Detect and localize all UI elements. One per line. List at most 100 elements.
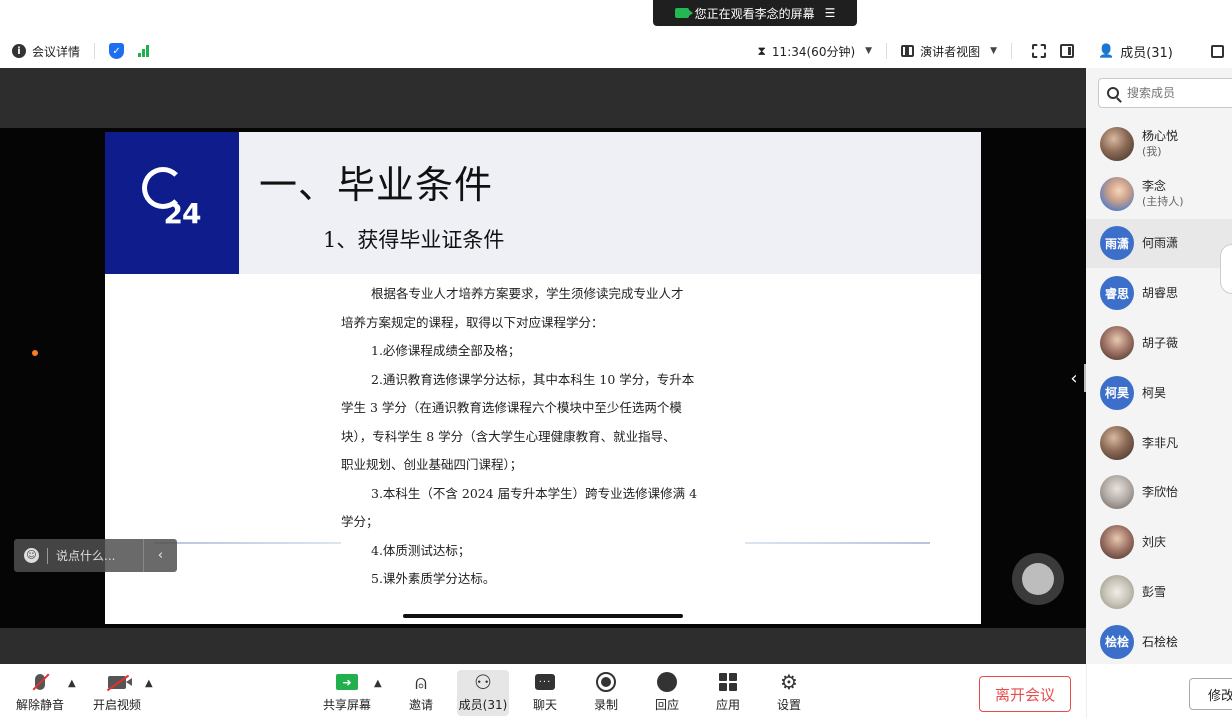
meeting-details-link[interactable]: 会议详情 xyxy=(32,43,80,60)
chevron-left-icon[interactable]: ‹ xyxy=(143,539,177,572)
share-screen-label: 共享屏幕 xyxy=(322,698,371,712)
start-video-label: 开启视频 xyxy=(92,698,141,712)
screen-share-banner[interactable]: 您正在观看李念的屏幕 ☰ xyxy=(653,0,857,26)
slide-line: 学分； xyxy=(341,514,379,529)
popout-icon[interactable] xyxy=(1211,44,1224,58)
avatar: 桧桧 xyxy=(1100,624,1134,659)
slide-title: 一、毕业条件 xyxy=(259,163,494,207)
member-item[interactable]: 李非凡 xyxy=(1086,418,1232,468)
slide-line: 块），专科学生 8 学分（含大学生心理健康教育、就业指导、 xyxy=(341,428,676,444)
member-name: 杨心悦 xyxy=(1142,128,1179,143)
settings-button[interactable]: ⚙ 设置 xyxy=(768,670,810,716)
meeting-header-bar: i 会议详情 ✓ ⧗ 11:34(60分钟) ▼ 演讲者视图 ▼ xyxy=(0,34,1086,68)
floating-assist-button[interactable] xyxy=(1012,553,1064,605)
member-search-input[interactable] xyxy=(1127,86,1217,100)
member-role: (我) xyxy=(1142,144,1162,158)
record-button[interactable]: 录制 xyxy=(585,670,627,716)
share-screen-button[interactable]: ➜ 共享屏幕 xyxy=(320,670,374,716)
chevron-down-icon[interactable]: ▼ xyxy=(865,46,872,56)
member-item[interactable]: 桧桧 石桧桧 xyxy=(1086,617,1232,664)
avatar xyxy=(1100,425,1134,460)
member-name: 柯昊 xyxy=(1142,385,1167,400)
avatar: 睿思 xyxy=(1100,276,1134,311)
side-panel-icon[interactable] xyxy=(1060,44,1074,58)
member-item[interactable]: 柯昊 柯昊 xyxy=(1086,368,1232,418)
member-item[interactable]: 李欣怡 xyxy=(1086,468,1232,518)
chevron-down-icon[interactable]: ▼ xyxy=(990,46,997,56)
apps-button[interactable]: 应用 xyxy=(707,670,749,716)
collapse-panel-chevron-icon[interactable]: ‹ xyxy=(1064,364,1086,392)
mic-off-icon xyxy=(35,674,45,690)
shared-slide: 24 一、毕业条件 1、获得毕业证条件 根据各专业人才培养方案要求，学生须修读完… xyxy=(105,132,981,624)
member-name: 李非凡 xyxy=(1142,435,1179,450)
panel-drag-handle[interactable] xyxy=(1220,244,1232,294)
member-item[interactable]: 睿思 胡睿思 xyxy=(1086,268,1232,318)
slide-scroll-handle[interactable] xyxy=(403,614,683,618)
member-item[interactable]: 杨心悦 (我) xyxy=(1086,119,1232,169)
unmute-button[interactable]: 解除静音 xyxy=(12,670,68,716)
view-mode-label[interactable]: 演讲者视图 xyxy=(920,43,980,60)
menu-icon[interactable]: ☰ xyxy=(825,6,836,20)
chat-label: 聊天 xyxy=(532,698,557,712)
member-item[interactable]: 雨潇 何雨潇 xyxy=(1086,218,1232,269)
member-name: 李念 xyxy=(1142,178,1167,193)
add-person-icon: ⍝ xyxy=(415,670,427,694)
signal-icon[interactable] xyxy=(138,45,150,57)
slide-line: 4.体质测试达标； xyxy=(371,542,471,558)
member-item[interactable]: 胡子薇 xyxy=(1086,318,1232,368)
chevron-up-icon[interactable]: ▲ xyxy=(145,678,153,689)
record-label: 录制 xyxy=(593,698,618,712)
chat-placeholder[interactable]: 说点什么... xyxy=(56,547,115,564)
member-search[interactable] xyxy=(1098,78,1232,108)
video-off-icon xyxy=(108,675,132,689)
chat-button[interactable]: ··· 聊天 xyxy=(524,670,566,716)
gear-icon: ⚙ xyxy=(780,670,798,694)
chevron-up-icon[interactable]: ▲ xyxy=(374,678,382,689)
meeting-timer[interactable]: 11:34(60分钟) xyxy=(772,43,855,60)
video-icon xyxy=(674,8,693,18)
members-button[interactable]: ⚇ 成员(31) xyxy=(457,670,509,716)
banner-text: 您正在观看李念的屏幕 xyxy=(694,6,815,21)
rename-button[interactable]: 修改 xyxy=(1189,678,1232,710)
emoji-icon[interactable]: ☺ xyxy=(24,548,39,563)
apps-grid-icon xyxy=(719,673,737,691)
people-icon: 👤 xyxy=(1098,43,1115,59)
decorative-line xyxy=(745,542,930,544)
start-video-button[interactable]: 开启视频 xyxy=(88,670,146,716)
info-icon: i xyxy=(12,44,26,58)
member-item[interactable]: 刘庆 xyxy=(1086,517,1232,567)
react-button[interactable]: 回应 xyxy=(646,670,688,716)
react-label: 回应 xyxy=(654,698,679,712)
slide-line: 5.课外素质学分达标。 xyxy=(371,571,496,586)
shield-icon[interactable]: ✓ xyxy=(109,43,125,59)
avatar: 雨潇 xyxy=(1100,226,1134,261)
avatar xyxy=(1100,126,1134,161)
divider xyxy=(886,43,888,59)
video-stage: 24 一、毕业条件 1、获得毕业证条件 根据各专业人才培养方案要求，学生须修读完… xyxy=(0,68,1086,664)
avatar xyxy=(1100,525,1134,560)
avatar xyxy=(1100,176,1134,211)
members-panel: 杨心悦(我) 李念(主持人) 雨潇 何雨潇 睿思 胡睿思 胡子薇 柯昊 柯昊 xyxy=(1086,68,1232,664)
member-name: 何雨潇 xyxy=(1142,236,1179,251)
divider xyxy=(1011,43,1012,59)
decorative-line xyxy=(155,542,341,544)
fullscreen-icon[interactable] xyxy=(1032,44,1046,58)
invite-button[interactable]: ⍝ 邀请 xyxy=(400,670,442,716)
slide-logo: 24 xyxy=(105,132,239,274)
leave-meeting-button[interactable]: 离开会议 xyxy=(979,676,1071,712)
avatar xyxy=(1100,326,1134,361)
hourglass-icon: ⧗ xyxy=(757,43,766,58)
slide-line: 职业规划、创业基础四门课程）； xyxy=(341,457,523,472)
member-item[interactable]: 李念 (主持人) xyxy=(1086,169,1232,219)
member-name: 胡睿思 xyxy=(1142,286,1179,301)
slide-subtitle: 1、获得毕业证条件 xyxy=(323,228,505,252)
emoji-reaction-icon xyxy=(657,672,677,692)
chat-icon: ··· xyxy=(535,674,555,690)
members-title: 成员(31) xyxy=(1120,45,1173,61)
chat-input-pill[interactable]: ☺ 说点什么... ‹ xyxy=(14,539,177,572)
chevron-up-icon[interactable]: ▲ xyxy=(68,678,76,689)
member-item[interactable]: 彭雪 xyxy=(1086,567,1232,617)
speaker-view-icon xyxy=(901,45,915,57)
slide-line: 培养方案规定的课程，取得以下对应课程学分： xyxy=(341,314,604,330)
divider xyxy=(47,547,48,564)
